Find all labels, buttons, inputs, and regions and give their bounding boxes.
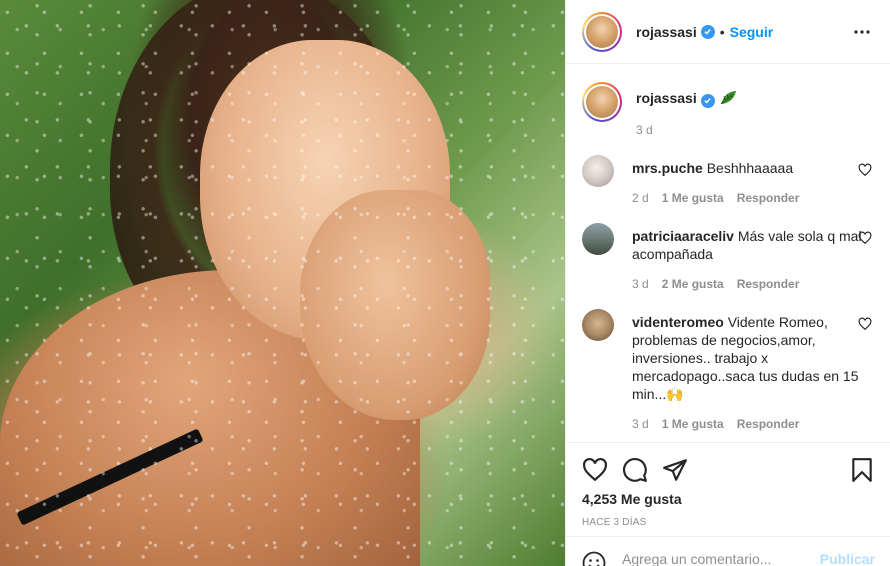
post-actions: 4,253 Me gusta HACE 3 DÍAS — [566, 442, 890, 528]
separator-dot: • — [719, 23, 725, 40]
leaf-emoji-icon — [719, 90, 737, 109]
commenter-username[interactable]: mrs.puche — [632, 160, 703, 176]
commenter-username[interactable]: patriciaaraceliv — [632, 228, 734, 244]
more-options-icon[interactable] — [850, 20, 874, 44]
comment-item: patriciaaraceliv Más vale sola q mal aco… — [582, 219, 874, 291]
reply-button[interactable]: Responder — [737, 191, 800, 205]
author-username[interactable]: rojassasi — [636, 24, 697, 40]
reply-button[interactable]: Responder — [737, 417, 800, 431]
verified-badge-icon — [700, 24, 715, 39]
commenter-username[interactable]: videnteromeo — [632, 314, 724, 330]
comment-text: Beshhhaaaaa — [706, 160, 794, 176]
caption-author-avatar[interactable] — [582, 82, 622, 122]
comment-item: videnteromeo Vidente Romeo, problemas de… — [582, 305, 874, 431]
commenter-avatar[interactable] — [582, 155, 614, 187]
caption: rojassasi 3 d — [582, 80, 874, 137]
post-header: rojassasi • Seguir — [566, 0, 890, 64]
share-paper-plane-icon[interactable] — [662, 457, 688, 483]
comment-likes[interactable]: 1 Me gusta — [662, 191, 724, 205]
add-comment-bar: Publicar — [566, 536, 890, 566]
caption-time: 3 d — [636, 123, 653, 137]
post-photo[interactable] — [0, 0, 565, 566]
reply-button[interactable]: Responder — [737, 277, 800, 291]
comment-likes[interactable]: 2 Me gusta — [662, 277, 724, 291]
like-comment-heart-icon[interactable] — [858, 231, 872, 245]
emoji-picker-icon[interactable] — [582, 551, 606, 566]
comments-list[interactable]: rojassasi 3 d mrs.puche Beshhhaaaaa 2 d … — [566, 64, 890, 442]
comment-time: 2 d — [632, 191, 649, 205]
like-heart-icon[interactable] — [582, 457, 608, 483]
follow-button[interactable]: Seguir — [730, 24, 774, 40]
comment-time: 3 d — [632, 417, 649, 431]
comment-time: 3 d — [632, 277, 649, 291]
verified-badge-icon — [700, 93, 715, 108]
publish-button[interactable]: Publicar — [820, 551, 875, 566]
caption-username[interactable]: rojassasi — [636, 90, 697, 106]
photo-water-drops — [0, 0, 565, 566]
like-comment-heart-icon[interactable] — [858, 317, 872, 331]
comment-bubble-icon[interactable] — [622, 457, 648, 483]
commenter-avatar[interactable] — [582, 309, 614, 341]
posted-ago: HACE 3 DÍAS — [582, 517, 647, 528]
instagram-post: rojassasi • Seguir rojassasi 3 d mrs.puc… — [0, 0, 890, 566]
comment-likes[interactable]: 1 Me gusta — [662, 417, 724, 431]
like-comment-heart-icon[interactable] — [858, 163, 872, 177]
like-count[interactable]: 4,253 Me gusta — [582, 491, 875, 507]
author-avatar[interactable] — [582, 11, 622, 52]
comment-input[interactable] — [622, 551, 812, 566]
save-bookmark-icon[interactable] — [849, 457, 875, 483]
post-side-panel: rojassasi • Seguir rojassasi 3 d mrs.puc… — [565, 0, 890, 566]
commenter-avatar[interactable] — [582, 223, 614, 255]
comment-item: mrs.puche Beshhhaaaaa 2 d 1 Me gusta Res… — [582, 151, 874, 205]
